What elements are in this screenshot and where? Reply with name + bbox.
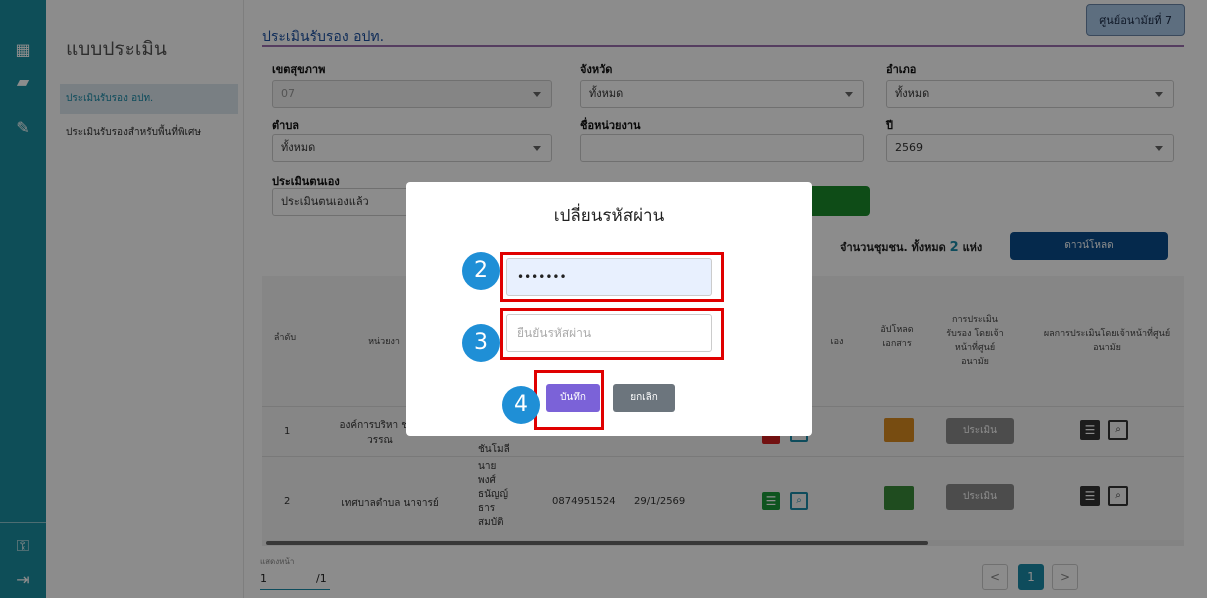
step-marker: 3	[462, 324, 500, 362]
highlight-box	[500, 308, 724, 360]
dialog-title: เปลี่ยนรหัสผ่าน	[553, 206, 665, 226]
step-marker: 2	[462, 252, 500, 290]
change-password-dialog: เปลี่ยนรหัสผ่าน ••••••• 2 ยืนยันรหัสผ่าน…	[406, 182, 812, 436]
step-marker: 4	[502, 386, 540, 424]
highlight-box	[500, 252, 724, 302]
cancel-button[interactable]: ยกเลิก	[613, 384, 675, 412]
highlight-box	[534, 370, 604, 430]
